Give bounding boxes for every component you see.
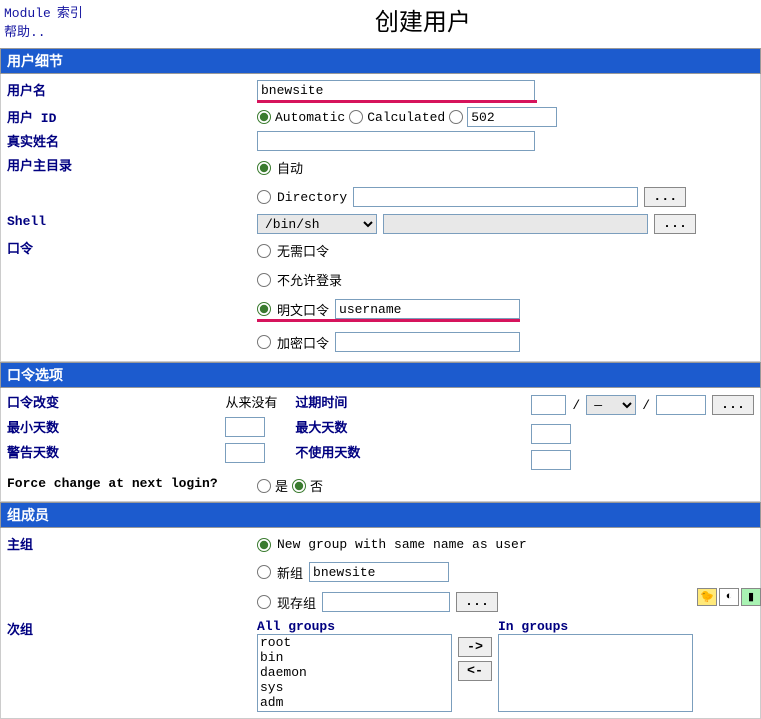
pw-plain-radio[interactable]	[257, 302, 271, 316]
pg-browse-button[interactable]: ...	[456, 592, 498, 612]
allgroups-label: All groups	[257, 619, 452, 634]
list-item[interactable]: sys	[258, 680, 451, 695]
force-no-text: 否	[310, 476, 323, 495]
section-pwopts-header: 口令选项	[0, 362, 761, 388]
pw-crypt-radio[interactable]	[257, 335, 271, 349]
uid-custom-input[interactable]	[467, 107, 557, 127]
force-yes-radio[interactable]	[257, 479, 271, 493]
max-input[interactable]	[531, 424, 571, 444]
max-label: 最大天数	[295, 417, 531, 436]
expire-label: 过期时间	[295, 392, 531, 411]
pw-plain-text: 明文口令	[277, 300, 329, 319]
pw-none-radio[interactable]	[257, 244, 271, 258]
expire-cal-button[interactable]: ...	[712, 395, 754, 415]
warn-input[interactable]	[225, 443, 265, 463]
list-item[interactable]: daemon	[258, 665, 451, 680]
pg-existing-radio[interactable]	[257, 595, 271, 609]
pw-plain-input[interactable]	[335, 299, 520, 319]
section-details-header: 用户细节	[0, 48, 761, 74]
home-label: 用户主目录	[7, 155, 257, 174]
pg-new-input[interactable]	[309, 562, 449, 582]
pw-crypt-input[interactable]	[335, 332, 520, 352]
taskbar-icons: 🐤 ◐ ▮	[697, 588, 761, 606]
pw-crypt-text: 加密口令	[277, 333, 329, 352]
expire-year-input[interactable]	[656, 395, 706, 415]
list-item[interactable]: bin	[258, 650, 451, 665]
section-pwopts-body: 口令改变 最小天数 警告天数 从来没有 过期时间 最大天数 不使用天数 / — …	[0, 388, 761, 502]
uid-custom-radio[interactable]	[449, 110, 463, 124]
section-groups-body: 主组 New group with same name as user 新组 现…	[0, 528, 761, 719]
pg-new-radio[interactable]	[257, 565, 271, 579]
uid-auto-radio[interactable]	[257, 110, 271, 124]
min-label: 最小天数	[7, 417, 225, 436]
force-label: Force change at next login?	[7, 476, 257, 491]
home-dir-input[interactable]	[353, 187, 638, 207]
realname-label: 真实姓名	[7, 131, 257, 150]
section-groups-header: 组成员	[0, 502, 761, 528]
tray-icon-3[interactable]: ▮	[741, 588, 761, 606]
expire-month-select[interactable]: —	[586, 395, 636, 415]
shell-label: Shell	[7, 214, 257, 229]
change-value: 从来没有	[225, 392, 295, 411]
min-input[interactable]	[225, 417, 265, 437]
pg-new-text: 新组	[277, 563, 303, 582]
module-link[interactable]: Module	[4, 6, 51, 21]
password-label: 口令	[7, 238, 257, 257]
tray-icon-2[interactable]: ◐	[719, 588, 739, 606]
pw-none-text: 无需口令	[277, 241, 329, 260]
inactive-label: 不使用天数	[295, 442, 531, 461]
uid-calc-radio[interactable]	[349, 110, 363, 124]
date-sep2: /	[642, 398, 650, 413]
section-details-body: 用户名 用户 ID Automatic Calculated 真实姓名 用户主目…	[0, 74, 761, 362]
ingroups-list[interactable]	[498, 634, 693, 712]
uid-calc-text: Calculated	[367, 110, 445, 125]
allgroups-list[interactable]: rootbindaemonsysadm	[257, 634, 452, 712]
home-auto-radio[interactable]	[257, 161, 271, 175]
pg-newsame-radio[interactable]	[257, 538, 271, 552]
ingroups-label: In groups	[498, 619, 693, 634]
pg-existing-text: 现存组	[277, 593, 316, 612]
tray-icon-1[interactable]: 🐤	[697, 588, 717, 606]
inactive-input[interactable]	[531, 450, 571, 470]
realname-input[interactable]	[257, 131, 535, 151]
date-sep1: /	[572, 398, 580, 413]
change-label: 口令改变	[7, 392, 225, 411]
shell-custom-input	[383, 214, 648, 234]
force-yes-text: 是	[275, 476, 288, 495]
force-no-radio[interactable]	[292, 479, 306, 493]
shell-select[interactable]: /bin/sh	[257, 214, 377, 234]
uid-label: 用户 ID	[7, 107, 257, 126]
uid-auto-text: Automatic	[275, 110, 345, 125]
home-auto-text: 自动	[277, 158, 303, 177]
home-browse-button[interactable]: ...	[644, 187, 686, 207]
primary-label: 主组	[7, 534, 257, 553]
help-link[interactable]: 帮助..	[4, 25, 46, 40]
index-link[interactable]: 索引	[57, 6, 83, 21]
warn-label: 警告天数	[7, 442, 225, 461]
pw-nologin-radio[interactable]	[257, 273, 271, 287]
pg-existing-input[interactable]	[322, 592, 450, 612]
secondary-label: 次组	[7, 619, 257, 638]
username-input[interactable]	[257, 80, 535, 100]
page-title: 创建用户	[89, 2, 757, 37]
home-dir-text: Directory	[277, 190, 347, 205]
home-dir-radio[interactable]	[257, 190, 271, 204]
shell-browse-button[interactable]: ...	[654, 214, 696, 234]
expire-day-input[interactable]	[531, 395, 566, 415]
list-item[interactable]: adm	[258, 695, 451, 710]
pw-nologin-text: 不允许登录	[277, 270, 342, 289]
move-left-button[interactable]: <-	[458, 661, 492, 681]
move-right-button[interactable]: ->	[458, 637, 492, 657]
pg-newsame-text: New group with same name as user	[277, 537, 527, 552]
username-label: 用户名	[7, 80, 257, 99]
